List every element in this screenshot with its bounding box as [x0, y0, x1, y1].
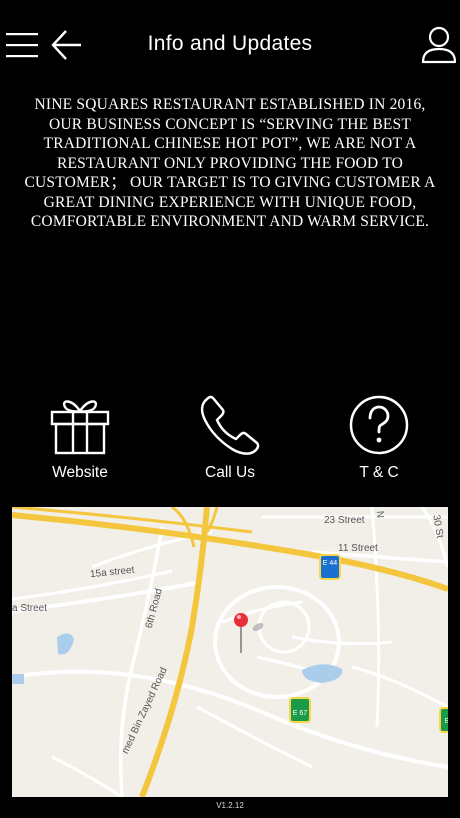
street-label: 11 Street: [338, 543, 378, 554]
street-label: a Street: [12, 603, 48, 614]
svg-text:E 67: E 67: [293, 710, 308, 717]
street-label: N: [373, 510, 386, 519]
route-badge-e67: E 67: [289, 697, 311, 723]
restaurant-description: NINE SQUARES RESTAURANT ESTABLISHED IN 2…: [24, 96, 436, 230]
route-badge-e44: E 44: [319, 554, 341, 580]
user-icon[interactable]: [420, 25, 458, 65]
location-map[interactable]: E 44 E 67 E 23 Street 11 Street 15a stre…: [12, 507, 448, 797]
route-badge-e: E: [439, 707, 448, 733]
website-label: Website: [52, 464, 108, 481]
top-bar: Info and Updates: [0, 0, 460, 90]
website-button[interactable]: Website: [25, 394, 135, 482]
street-label: 23 Street: [324, 515, 365, 526]
app-version: V1.2.12: [216, 801, 244, 810]
question-circle-icon: [349, 395, 409, 455]
call-us-button[interactable]: Call Us: [175, 394, 285, 482]
call-us-label: Call Us: [205, 464, 255, 481]
svg-text:E: E: [445, 718, 448, 725]
gift-icon: [50, 400, 110, 455]
terms-button[interactable]: T & C: [324, 394, 434, 482]
map-canvas: E 44 E 67 E: [12, 507, 448, 797]
phone-icon: [200, 395, 260, 455]
terms-label: T & C: [359, 464, 399, 481]
svg-text:E 44: E 44: [323, 560, 338, 567]
page-title: Info and Updates: [147, 32, 313, 55]
